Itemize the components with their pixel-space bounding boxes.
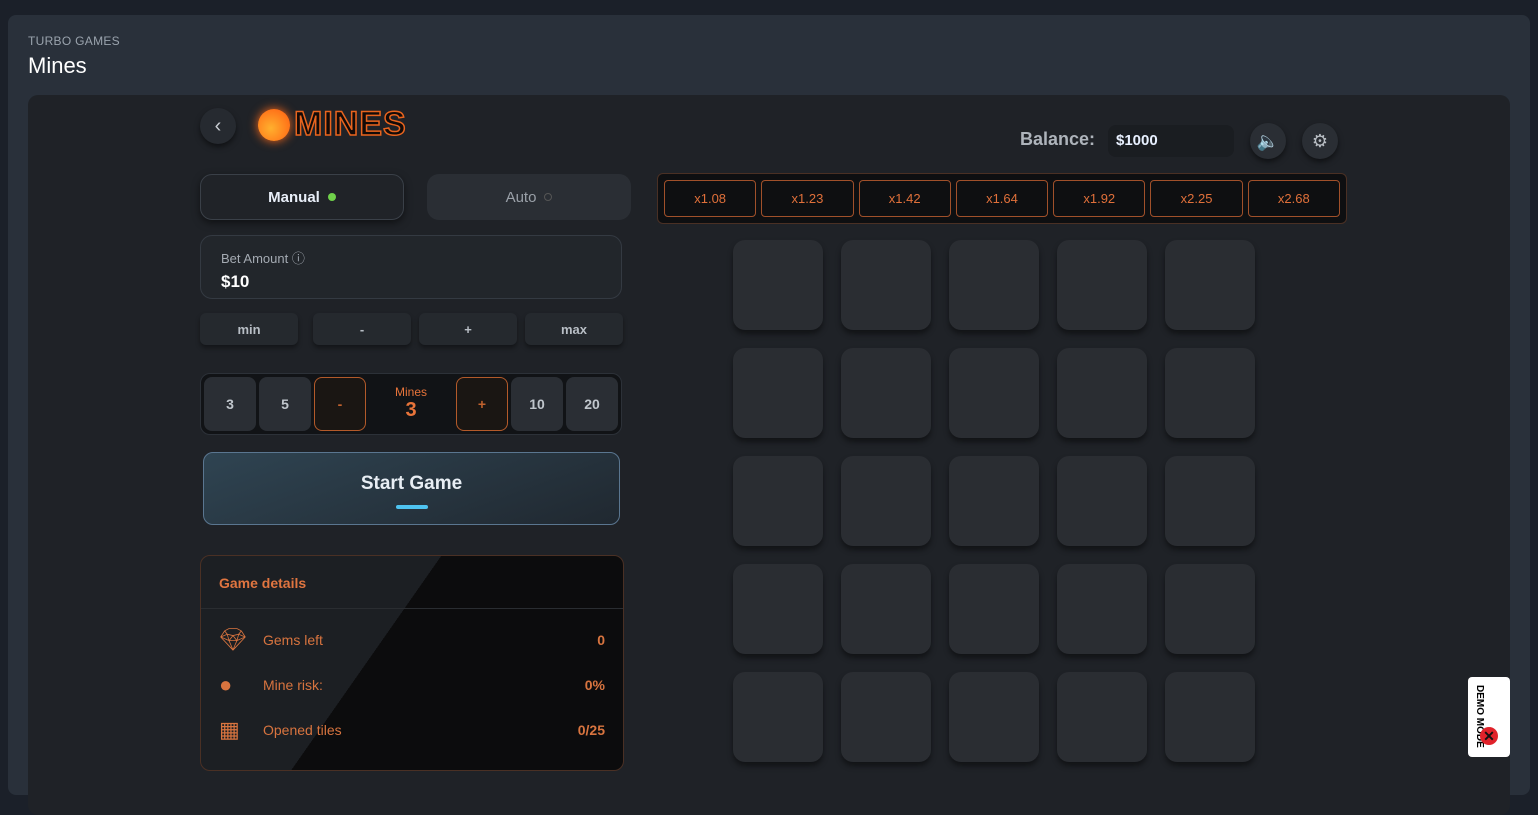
mines-decrease-button[interactable]: -	[314, 377, 366, 431]
speaker-icon: 🔈	[1256, 130, 1280, 151]
multiplier-item: x1.23	[761, 180, 854, 217]
bet-increase-button[interactable]: +	[419, 313, 517, 345]
mine-tile[interactable]	[733, 348, 823, 438]
mine-tile[interactable]	[733, 564, 823, 654]
multiplier-item: x1.42	[858, 180, 951, 217]
sound-button[interactable]: 🔈	[1250, 123, 1286, 159]
multiplier-item: x1.08	[664, 180, 757, 217]
settings-button[interactable]: ⚙	[1302, 123, 1338, 159]
detail-label: Opened tiles	[263, 721, 342, 738]
mine-tile[interactable]	[1057, 348, 1147, 438]
mine-tile[interactable]	[1165, 240, 1255, 330]
mines-label: Mines	[394, 385, 427, 399]
detail-row-risk: ● Mine risk: 0%	[201, 662, 623, 707]
tab-manual-label: Manual	[268, 188, 320, 206]
detail-row-tiles: ▦ Opened tiles 0/25	[201, 707, 623, 752]
mine-tile[interactable]	[949, 240, 1039, 330]
mine-tile[interactable]	[949, 672, 1039, 762]
bet-amount-value[interactable]: $10	[221, 272, 601, 292]
balance-label: Balance:	[1020, 129, 1096, 149]
mines-preset-10[interactable]: 10	[511, 377, 563, 431]
detail-label: Gems left	[263, 631, 323, 648]
balance-value: $1000	[1108, 125, 1234, 157]
back-button[interactable]: ‹	[200, 108, 236, 144]
bomb-icon: ●	[219, 671, 233, 697]
detail-label: Mine risk:	[263, 676, 323, 693]
active-dot-icon	[327, 193, 336, 201]
detail-value: 0	[597, 631, 605, 648]
bomb-icon	[258, 108, 290, 141]
start-game-label: Start Game	[360, 473, 463, 494]
mine-tile[interactable]	[841, 564, 931, 654]
mine-tile[interactable]	[841, 240, 931, 330]
page-title: Mines	[28, 53, 87, 78]
mine-tile[interactable]	[1165, 456, 1255, 546]
mine-tile[interactable]	[1165, 348, 1255, 438]
multiplier-item: x2.25	[1150, 180, 1243, 217]
bet-max-button[interactable]: max	[525, 313, 623, 345]
game-logo: MINES	[258, 104, 407, 144]
breadcrumb: TURBO GAMES	[28, 34, 120, 48]
mines-count: Mines 3	[369, 377, 453, 431]
mine-tile[interactable]	[1057, 240, 1147, 330]
game-area: ‹ MINES Balance: $1000 🔈 ⚙ Manual Auto B…	[28, 95, 1510, 815]
inactive-dot-icon	[544, 193, 553, 201]
gem-icon: 💎︎	[219, 626, 247, 652]
mines-preset-5[interactable]: 5	[259, 377, 311, 431]
mines-preset-3[interactable]: 3	[204, 377, 256, 431]
info-icon: ⓘ	[291, 251, 305, 266]
mine-tile[interactable]	[733, 456, 823, 546]
tab-auto-label: Auto	[505, 188, 537, 206]
gear-icon: ⚙	[1311, 130, 1329, 151]
bet-amount-label: Bet Amount	[221, 251, 289, 266]
start-game-button[interactable]: Start Game	[203, 452, 620, 525]
demo-mode-badge: DEMO MODE ✕	[1468, 677, 1510, 757]
tab-auto[interactable]: Auto	[427, 174, 631, 220]
bet-amount-field[interactable]: Bet Amount ⓘ $10	[200, 235, 622, 299]
multiplier-bar: x1.08 x1.23 x1.42 x1.64 x1.92 x2.25 x2.6…	[657, 173, 1347, 224]
multiplier-item: x2.68	[1247, 180, 1340, 217]
multiplier-item: x1.92	[1053, 180, 1146, 217]
detail-value: 0%	[584, 676, 605, 693]
mine-tile[interactable]	[841, 456, 931, 546]
close-icon[interactable]: ✕	[1480, 727, 1498, 745]
bet-min-button[interactable]: min	[200, 313, 298, 345]
grid-icon: ▦	[219, 716, 240, 742]
mine-tile[interactable]	[1057, 564, 1147, 654]
mine-tile[interactable]	[733, 240, 823, 330]
mine-tile[interactable]	[1165, 564, 1255, 654]
mine-tile[interactable]	[949, 348, 1039, 438]
mine-tile[interactable]	[1057, 672, 1147, 762]
mine-tile[interactable]	[841, 672, 931, 762]
detail-value: 0/25	[577, 721, 605, 738]
start-indicator	[395, 505, 428, 509]
mine-tile[interactable]	[733, 672, 823, 762]
mines-selector: 3 5 - Mines 3 + 10 20	[200, 373, 622, 435]
game-details-panel: Game details 💎︎ Gems left 0 ● Mine risk: 0% …	[200, 555, 624, 771]
mine-tile[interactable]	[1057, 456, 1147, 546]
game-details-title: Game details	[201, 556, 623, 609]
logo-text: MINES	[293, 104, 407, 144]
mines-increase-button[interactable]: +	[456, 377, 508, 431]
mine-tile[interactable]	[1165, 672, 1255, 762]
mine-tile[interactable]	[949, 564, 1039, 654]
bet-decrease-button[interactable]: -	[313, 313, 411, 345]
detail-row-gems: 💎︎ Gems left 0	[201, 617, 623, 662]
chevron-left-icon: ‹	[214, 114, 222, 137]
multiplier-item: x1.64	[955, 180, 1049, 217]
mines-preset-20[interactable]: 20	[566, 377, 618, 431]
page-panel: TURBO GAMES Mines ‹ MINES Balance: $1000…	[8, 15, 1530, 815]
mine-tile[interactable]	[841, 348, 931, 438]
mine-tile[interactable]	[949, 456, 1039, 546]
mines-value: 3	[405, 399, 417, 421]
tab-manual[interactable]: Manual	[200, 174, 404, 220]
